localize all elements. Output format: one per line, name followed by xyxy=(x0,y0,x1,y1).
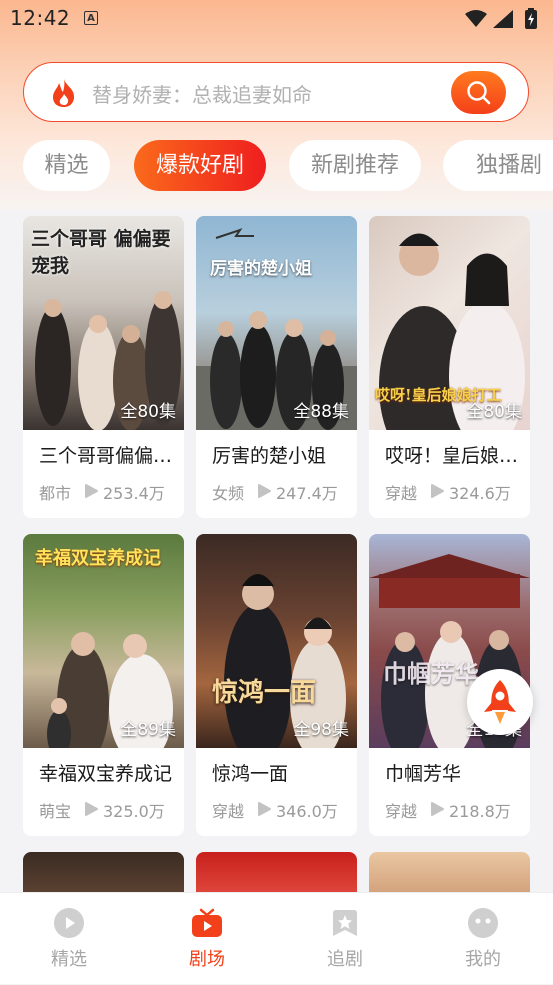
play-count-icon xyxy=(85,484,98,498)
drama-card-partial[interactable] xyxy=(196,852,357,892)
play-count-icon xyxy=(258,484,271,498)
view-count: 325.0万 xyxy=(103,802,165,821)
drama-category: 萌宝 xyxy=(39,802,71,821)
drama-poster[interactable]: 哎呀!皇后娘娘打工 全80集 xyxy=(369,216,530,430)
view-count: 324.6万 xyxy=(449,484,511,503)
drama-meta: 女频 247.4万 xyxy=(212,480,352,503)
play-circle-icon xyxy=(54,908,84,938)
play-count-icon xyxy=(431,484,444,498)
poster-title: 厉害的楚小姐 xyxy=(210,259,312,279)
search-button[interactable] xyxy=(451,71,506,114)
face-icon xyxy=(468,908,498,938)
poster-title: 巾帼芳华 xyxy=(383,659,479,688)
nav-featured[interactable]: 精选 xyxy=(14,893,124,985)
drama-title: 三个哥哥偏偏要宠我 xyxy=(39,445,177,467)
drama-card[interactable]: 厉害的楚小姐 全88集 厉害的楚小姐 女频 247.4万 xyxy=(196,216,357,518)
view-count: 247.4万 xyxy=(276,484,338,503)
drama-meta: 穿越 346.0万 xyxy=(212,798,352,821)
tab-hot-dramas[interactable]: 爆款好剧 xyxy=(134,140,266,191)
drama-grid: 三个哥哥 偏偏要宠我 全80集 三个哥哥偏偏要宠我 都市 253.4万 xyxy=(0,200,553,892)
poster-title: 三个哥哥 偏偏要宠我 xyxy=(31,228,171,277)
drama-category: 穿越 xyxy=(212,802,244,821)
drama-meta: 穿越 324.6万 xyxy=(385,480,525,503)
drama-title: 巾帼芳华 xyxy=(385,763,462,785)
drama-category: 穿越 xyxy=(385,802,417,821)
category-tabs: 精选 爆款好剧 新剧推荐 独播剧 xyxy=(0,140,553,192)
tab-exclusive[interactable]: 独播剧 xyxy=(443,140,553,191)
nav-theater[interactable]: 剧场 xyxy=(152,893,262,985)
poster-title: 惊鸿一面 xyxy=(212,678,317,708)
drama-card-partial[interactable] xyxy=(23,852,184,892)
status-time: 12:42 xyxy=(10,6,71,30)
drama-title: 厉害的楚小姐 xyxy=(212,445,327,467)
drama-category: 都市 xyxy=(39,484,71,503)
episode-count: 全80集 xyxy=(466,402,522,422)
nav-following[interactable]: 追剧 xyxy=(290,893,400,985)
view-count: 346.0万 xyxy=(276,802,338,821)
rocket-icon xyxy=(484,680,516,724)
drama-title: 哎呀！皇后娘娘打工记 xyxy=(385,445,523,467)
play-count-icon xyxy=(85,802,98,816)
episode-count: 全89集 xyxy=(120,720,176,740)
view-count: 253.4万 xyxy=(103,484,165,503)
status-bar: 12:42 A xyxy=(0,0,553,38)
nav-label: 追剧 xyxy=(327,949,363,970)
bottom-nav: 精选 剧场 追剧 我的 xyxy=(0,892,553,984)
search-input[interactable]: 替身娇妻：总裁追妻如命 xyxy=(92,79,312,108)
fire-icon xyxy=(53,79,75,107)
play-count-icon xyxy=(431,802,444,816)
drama-card[interactable]: 惊鸿一面 全98集 惊鸿一面 穿越 346.0万 xyxy=(196,534,357,836)
search-bar[interactable]: 替身娇妻：总裁追妻如命 xyxy=(23,62,529,122)
drama-card[interactable]: 幸福双宝养成记 全89集 幸福双宝养成记 萌宝 325.0万 xyxy=(23,534,184,836)
nav-label: 精选 xyxy=(51,949,87,970)
tab-featured[interactable]: 精选 xyxy=(23,140,110,191)
drama-card-partial[interactable] xyxy=(369,852,530,892)
drama-meta: 都市 253.4万 xyxy=(39,480,179,503)
search-icon xyxy=(467,81,491,105)
tv-icon xyxy=(192,908,222,937)
drama-meta: 穿越 218.8万 xyxy=(385,798,525,821)
notification-icon: A xyxy=(84,11,98,25)
drama-meta: 萌宝 325.0万 xyxy=(39,798,179,821)
nav-profile[interactable]: 我的 xyxy=(428,893,538,985)
drama-title: 惊鸿一面 xyxy=(212,763,289,785)
drama-card[interactable]: 哎呀!皇后娘娘打工 全80集 哎呀！皇后娘娘打工记 穿越 324.6万 xyxy=(369,216,530,518)
drama-poster[interactable]: 三个哥哥 偏偏要宠我 全80集 xyxy=(23,216,184,430)
drama-category: 穿越 xyxy=(385,484,417,503)
drama-title: 幸福双宝养成记 xyxy=(39,763,173,785)
drama-poster[interactable]: 幸福双宝养成记 全89集 xyxy=(23,534,184,748)
rocket-float-button[interactable] xyxy=(467,669,533,735)
star-bookmark-icon xyxy=(333,910,357,936)
tab-new-dramas[interactable]: 新剧推荐 xyxy=(289,140,421,191)
episode-count: 全88集 xyxy=(293,402,349,422)
drama-card[interactable]: 三个哥哥 偏偏要宠我 全80集 三个哥哥偏偏要宠我 都市 253.4万 xyxy=(23,216,184,518)
poster-title: 幸福双宝养成记 xyxy=(35,548,161,569)
drama-poster[interactable]: 惊鸿一面 全98集 xyxy=(196,534,357,748)
view-count: 218.8万 xyxy=(449,802,511,821)
system-status-icons xyxy=(465,8,537,29)
drama-category: 女频 xyxy=(212,484,244,503)
nav-label: 我的 xyxy=(465,949,501,970)
play-count-icon xyxy=(258,802,271,816)
nav-label: 剧场 xyxy=(189,949,225,970)
episode-count: 全98集 xyxy=(293,720,349,740)
episode-count: 全80集 xyxy=(120,402,176,422)
drama-poster[interactable]: 厉害的楚小姐 全88集 xyxy=(196,216,357,430)
